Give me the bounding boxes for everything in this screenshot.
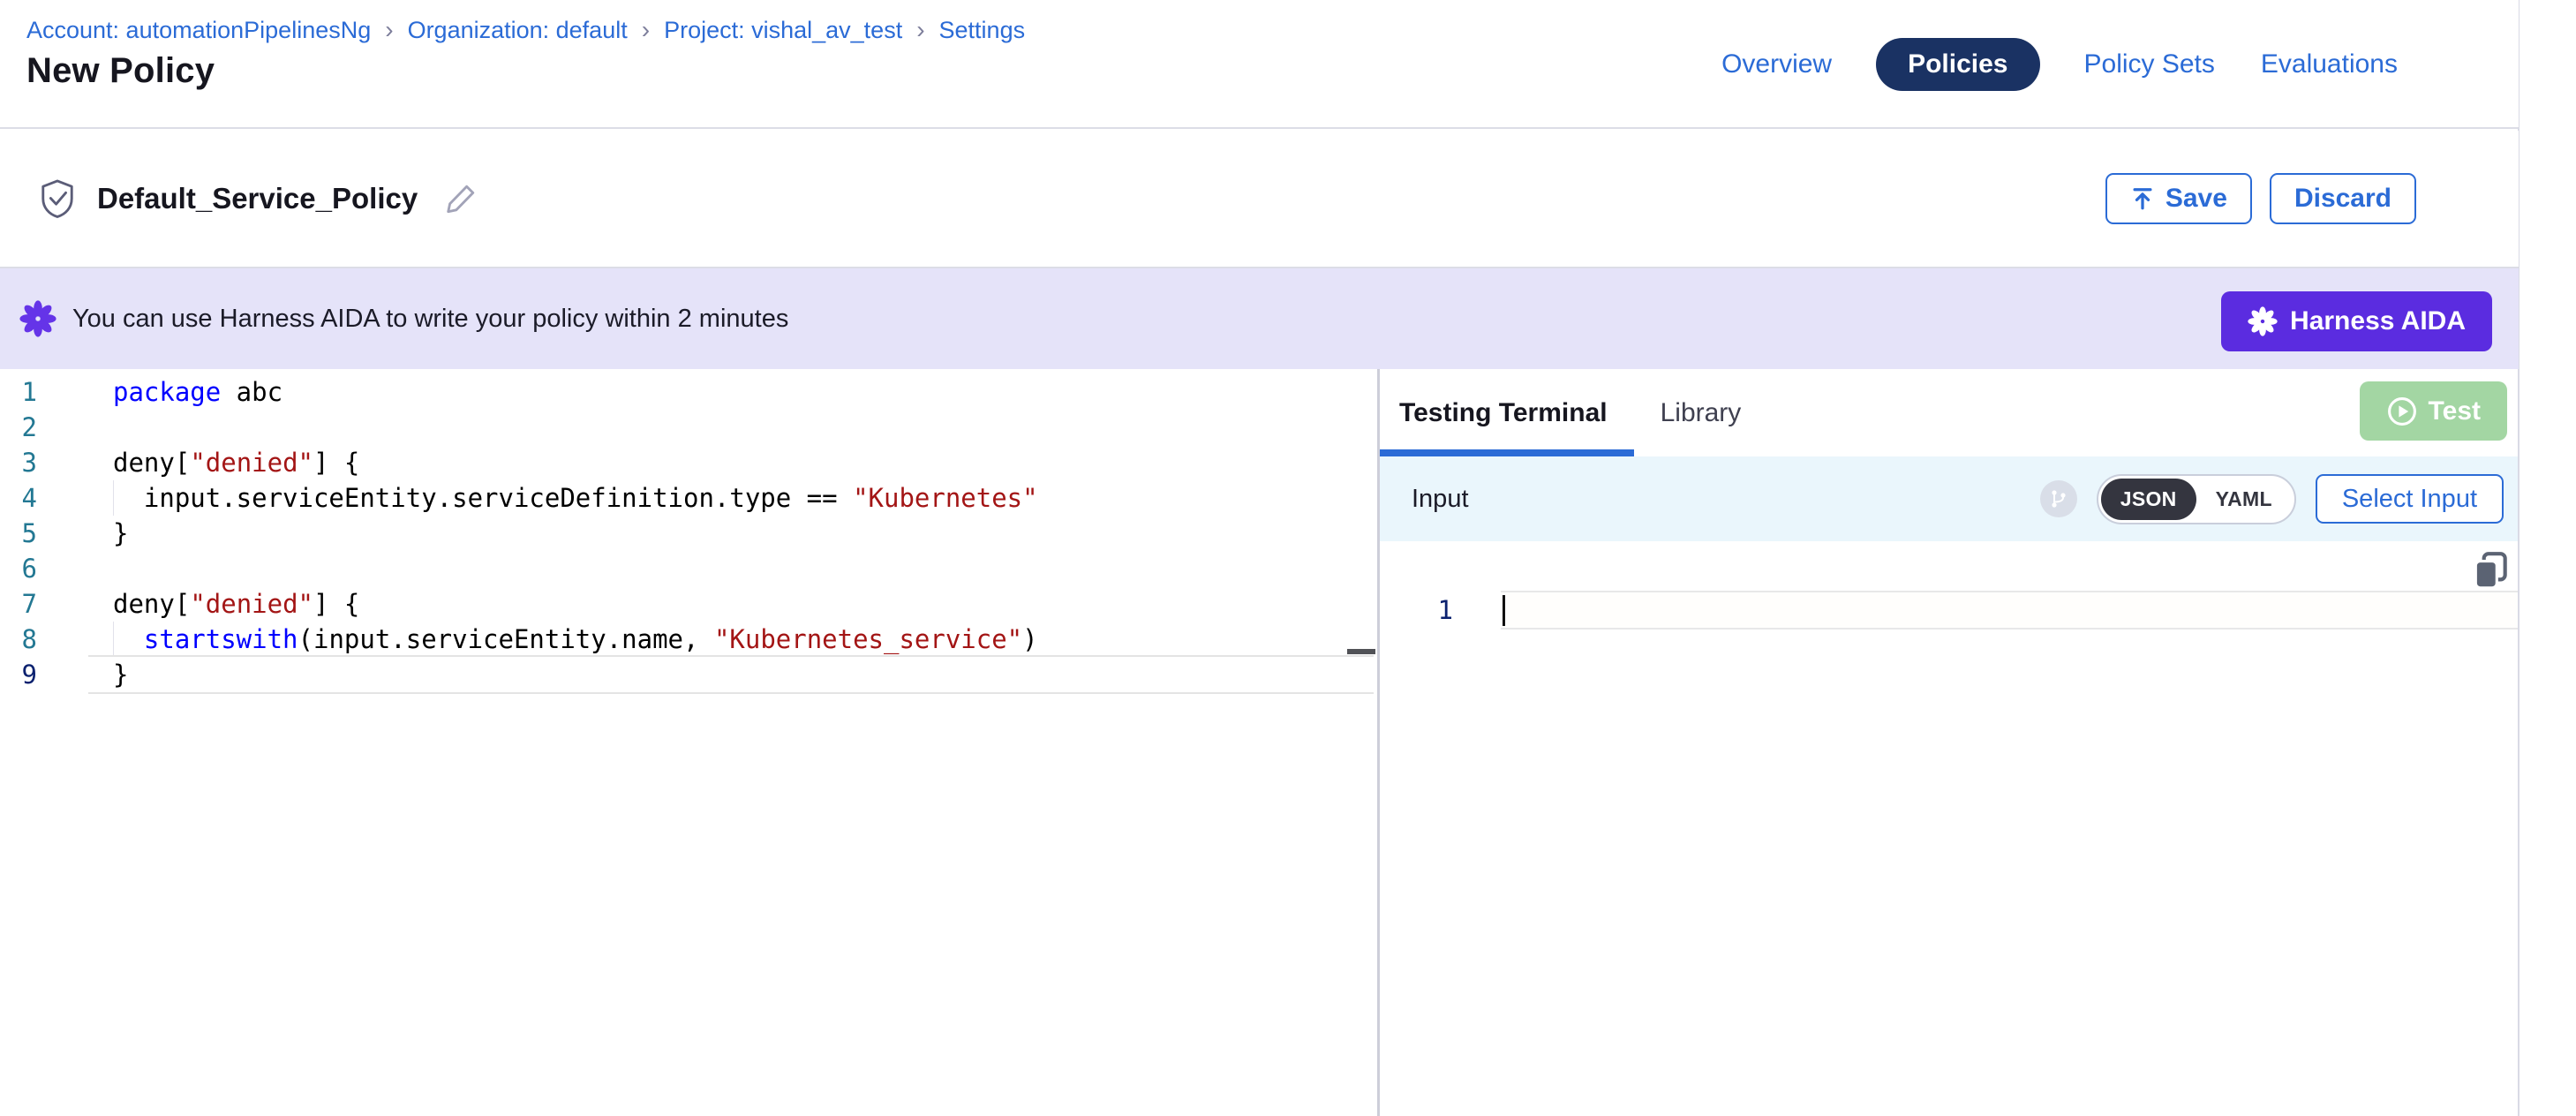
code-text: package abc bbox=[113, 374, 282, 410]
code-line: 7 deny["denied"] { bbox=[0, 586, 1375, 622]
save-button[interactable]: Save bbox=[2105, 173, 2252, 224]
harness-aida-label: Harness AIDA bbox=[2290, 306, 2466, 336]
breadcrumb-link-settings[interactable]: Settings bbox=[939, 17, 1026, 44]
page-header: Account: automationPipelinesNg › Organizat… bbox=[0, 0, 2519, 129]
code-text: deny["denied"] { bbox=[113, 445, 359, 480]
breadcrumb-link-project[interactable]: Project: vishal_av_test bbox=[664, 17, 902, 44]
panel-tab-testing-terminal[interactable]: Testing Terminal bbox=[1380, 369, 1634, 456]
testing-panel-tabs: Testing TerminalLibrary bbox=[1380, 369, 2518, 456]
code-text: } bbox=[113, 516, 128, 551]
input-header-controls: JSONYAML Select Input bbox=[2040, 474, 2504, 524]
git-branch-icon[interactable] bbox=[2040, 480, 2077, 517]
shield-check-icon bbox=[39, 178, 76, 219]
tab-overview[interactable]: Overview bbox=[1720, 39, 1834, 90]
line-number: 8 bbox=[0, 622, 37, 657]
code-line: 6 bbox=[0, 551, 1375, 586]
policy-code-editor[interactable]: 1package abc23deny["denied"] {4 input.se… bbox=[0, 374, 1375, 1116]
code-line: 4 input.serviceEntity.serviceDefinition.… bbox=[0, 480, 1375, 516]
policy-name-row: Default_Service_Policy bbox=[39, 131, 478, 267]
line-number: 9 bbox=[0, 657, 37, 692]
code-line: 5} bbox=[0, 516, 1375, 551]
input-current-line-highlight bbox=[1501, 591, 2518, 630]
input-section-header: Input JSONYAML Select Input bbox=[1380, 456, 2518, 541]
policy-toolbar: Default_Service_Policy Save Discard bbox=[0, 131, 2519, 268]
test-label: Test bbox=[2429, 396, 2481, 426]
format-option-json[interactable]: JSON bbox=[2101, 479, 2196, 520]
save-label: Save bbox=[2165, 184, 2227, 214]
line-number: 3 bbox=[0, 445, 37, 480]
input-label: Input bbox=[1412, 485, 1469, 514]
tab-policies[interactable]: Policies bbox=[1876, 38, 2039, 91]
pencil-icon bbox=[444, 182, 478, 215]
line-number: 1 bbox=[0, 374, 37, 410]
format-toggle: JSONYAML bbox=[2097, 474, 2296, 524]
line-number: 6 bbox=[0, 551, 37, 586]
policy-name: Default_Service_Policy bbox=[97, 182, 418, 215]
overview-ruler-cursor-mark bbox=[1347, 649, 1375, 654]
code-line: 1 package abc bbox=[0, 374, 1375, 410]
aida-flower-icon bbox=[19, 300, 56, 337]
select-input-button[interactable]: Select Input bbox=[2316, 474, 2504, 524]
breadcrumb-separator: › bbox=[916, 16, 924, 44]
page-title: New Policy bbox=[26, 51, 215, 91]
play-circle-icon bbox=[2386, 396, 2418, 427]
breadcrumb-link-organization[interactable]: Organization: default bbox=[408, 17, 628, 44]
test-button[interactable]: Test bbox=[2360, 381, 2507, 441]
upload-icon bbox=[2130, 186, 2155, 211]
code-line: 3 deny["denied"] { bbox=[0, 445, 1375, 480]
input-line-number: 1 bbox=[1414, 591, 1453, 630]
discard-button[interactable]: Discard bbox=[2270, 173, 2416, 224]
panel-tab-library[interactable]: Library bbox=[1634, 369, 1768, 456]
header-tabs: Overview Policies Policy Sets Evaluations bbox=[1720, 0, 2399, 129]
copy-icon[interactable] bbox=[2468, 549, 2512, 593]
tab-policy-sets[interactable]: Policy Sets bbox=[2083, 39, 2217, 90]
text-cursor bbox=[1503, 595, 1505, 626]
editor-current-line-highlight bbox=[88, 655, 1374, 694]
line-number: 2 bbox=[0, 410, 37, 445]
breadcrumb-separator: › bbox=[642, 16, 650, 44]
discard-label: Discard bbox=[2294, 184, 2391, 214]
toolbar-actions: Save Discard bbox=[2105, 131, 2416, 267]
code-text: input.serviceEntity.serviceDefinition.ty… bbox=[113, 480, 1038, 516]
tab-evaluations[interactable]: Evaluations bbox=[2259, 39, 2399, 90]
breadcrumb: Account: automationPipelinesNg › Organizat… bbox=[26, 16, 1025, 44]
code-line: 2 bbox=[0, 410, 1375, 445]
aida-banner: You can use Harness AIDA to write your p… bbox=[0, 268, 2519, 369]
edit-policy-name-button[interactable] bbox=[444, 182, 478, 215]
line-number: 7 bbox=[0, 586, 37, 622]
format-option-yaml[interactable]: YAML bbox=[2196, 479, 2292, 520]
breadcrumb-separator: › bbox=[385, 16, 393, 44]
code-text: startswith(input.serviceEntity.name, "Ku… bbox=[113, 622, 1038, 657]
aida-banner-message: You can use Harness AIDA to write your p… bbox=[72, 305, 788, 334]
aida-flower-icon-white bbox=[2248, 306, 2278, 336]
line-number: 4 bbox=[0, 480, 37, 516]
code-text: deny["denied"] { bbox=[113, 586, 359, 622]
breadcrumb-link-account[interactable]: Account: automationPipelinesNg bbox=[26, 17, 371, 44]
line-number: 5 bbox=[0, 516, 37, 551]
harness-aida-button[interactable]: Harness AIDA bbox=[2221, 291, 2492, 351]
code-line: 8 startswith(input.serviceEntity.name, "… bbox=[0, 622, 1375, 657]
